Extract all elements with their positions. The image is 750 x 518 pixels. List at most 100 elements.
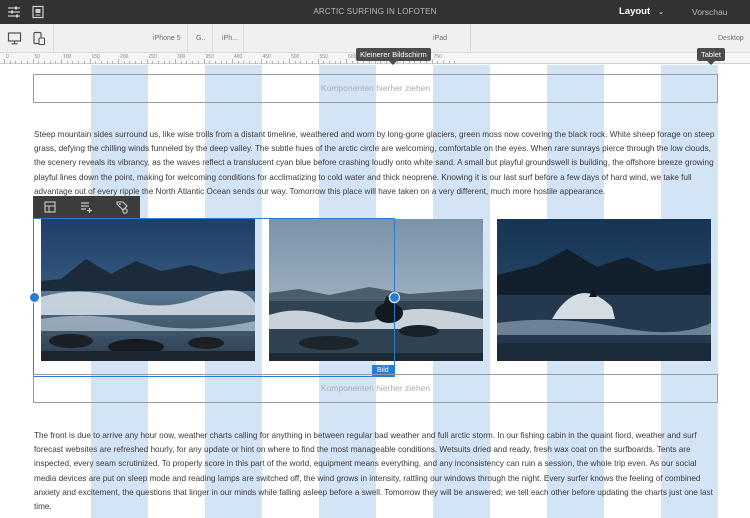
ruler-minor-tick [95,61,97,64]
article-paragraph-1[interactable]: Steep mountain sides surround us, like w… [34,128,720,199]
ruler-minor-tick [283,61,285,64]
component-toolbar [33,196,140,218]
selected-component-outline[interactable] [33,218,395,377]
ruler-minor-tick [294,61,296,64]
ruler-tick [61,59,62,64]
ruler-label: 750 [433,54,442,60]
tag-settings-icon[interactable] [114,199,130,215]
ruler-minor-tick [100,61,102,64]
device-galaxy[interactable]: G.. [196,24,205,53]
ruler-minor-tick [135,61,137,64]
device-ipad[interactable]: iPad [433,24,447,53]
ruler-minor-tick [385,61,387,64]
ruler-label: 200 [120,54,129,60]
layout-grid-icon[interactable] [42,199,58,215]
ruler-minor-tick [55,61,57,64]
smaller-screen-tooltip: Kleinerer Bildschirm [356,48,431,65]
desktop-monitor-icon[interactable] [7,31,22,46]
layout-label: Layout [619,6,651,17]
ruler-minor-tick [106,61,108,64]
ruler-minor-tick [49,61,51,64]
ruler-minor-tick [78,61,80,64]
ruler-minor-tick [442,61,444,64]
ruler-minor-tick [363,61,365,64]
ruler-label: 100 [63,54,72,60]
device-iphone5[interactable]: iPhone 5 [153,24,181,53]
ruler-minor-tick [180,61,182,64]
ruler-minor-tick [220,61,222,64]
ruler-minor-tick [380,61,382,64]
ruler-minor-tick [437,61,439,64]
ruler-label: 500 [291,54,300,60]
ruler-minor-tick [414,61,416,64]
ruler-tick [260,59,262,64]
drop-zone-top[interactable]: Komponenten hierher ziehen [33,74,718,103]
ruler-minor-tick [425,61,427,64]
tablet-tooltip: Tablet [697,48,726,65]
ruler-minor-tick [26,61,28,64]
ruler-tick [346,59,347,64]
device-separator [243,24,244,53]
ruler-label: 0 [6,54,9,60]
ruler-minor-tick [72,61,74,64]
preview-button[interactable]: Vorschau [692,0,727,24]
device-separator [53,24,54,53]
device-separator [470,24,471,53]
ruler-minor-tick [237,61,239,64]
ruler-tick [289,59,290,64]
ruler-tick [431,59,433,64]
top-bar: ARCTIC SURFING IN LOFOTEN Layout ⌄ Vorsch… [0,0,750,24]
ruler-minor-tick [197,61,199,64]
ruler-minor-tick [243,61,245,64]
ruler-tick [32,59,34,64]
ruler-minor-tick [38,61,40,64]
ruler-tick [175,59,176,64]
ruler-label: 550 [319,54,328,60]
ruler-minor-tick [140,61,142,64]
layout-mode-button[interactable]: Layout ⌄ [619,0,664,24]
ruler-tick [203,59,205,64]
article-paragraph-2[interactable]: The front is due to arrive any hour now,… [34,429,720,514]
ruler-minor-tick [357,61,359,64]
ruler-label: 50 [34,54,41,60]
device-iphone[interactable]: iPh... [222,24,238,53]
ruler-minor-tick [152,61,154,64]
mobile-device-icon[interactable] [31,31,46,46]
drop-zone-bottom[interactable]: Komponenten hierher ziehen [33,374,718,403]
ruler-minor-tick [112,61,114,64]
sliders-icon[interactable] [6,4,22,20]
ruler-minor-tick [420,61,422,64]
ruler-tick [118,59,119,64]
resize-handle-right[interactable] [389,292,400,303]
ruler-minor-tick [368,61,370,64]
ruler-tick [4,59,5,64]
ruler-minor-tick [323,61,325,64]
ruler-label: 450 [262,54,271,60]
ruler-minor-tick [83,61,85,64]
ruler-minor-tick [311,61,313,64]
ruler-minor-tick [226,61,228,64]
ruler-minor-tick [214,61,216,64]
ruler-minor-tick [300,61,302,64]
ruler-minor-tick [334,61,336,64]
ruler-tick [232,59,233,64]
ruler-label: 300 [177,54,186,60]
ruler-minor-tick [249,61,251,64]
ruler-tick [146,59,148,64]
chevron-down-icon: ⌄ [658,9,665,16]
ruler-minor-tick [340,61,342,64]
ruler-minor-tick [277,61,279,64]
ruler-minor-tick [192,61,194,64]
surf-photo-3[interactable] [497,219,711,361]
resize-handle-left[interactable] [29,292,40,303]
ruler-minor-tick [43,61,45,64]
page-icon[interactable] [30,4,46,20]
ruler-minor-tick [15,61,17,64]
ruler-minor-tick [123,61,125,64]
ruler-minor-tick [157,61,159,64]
ruler-minor-tick [271,61,273,64]
ruler-tick [317,59,319,64]
ruler-minor-tick [266,61,268,64]
stack-add-icon[interactable] [78,199,94,215]
ruler-minor-tick [448,61,450,64]
